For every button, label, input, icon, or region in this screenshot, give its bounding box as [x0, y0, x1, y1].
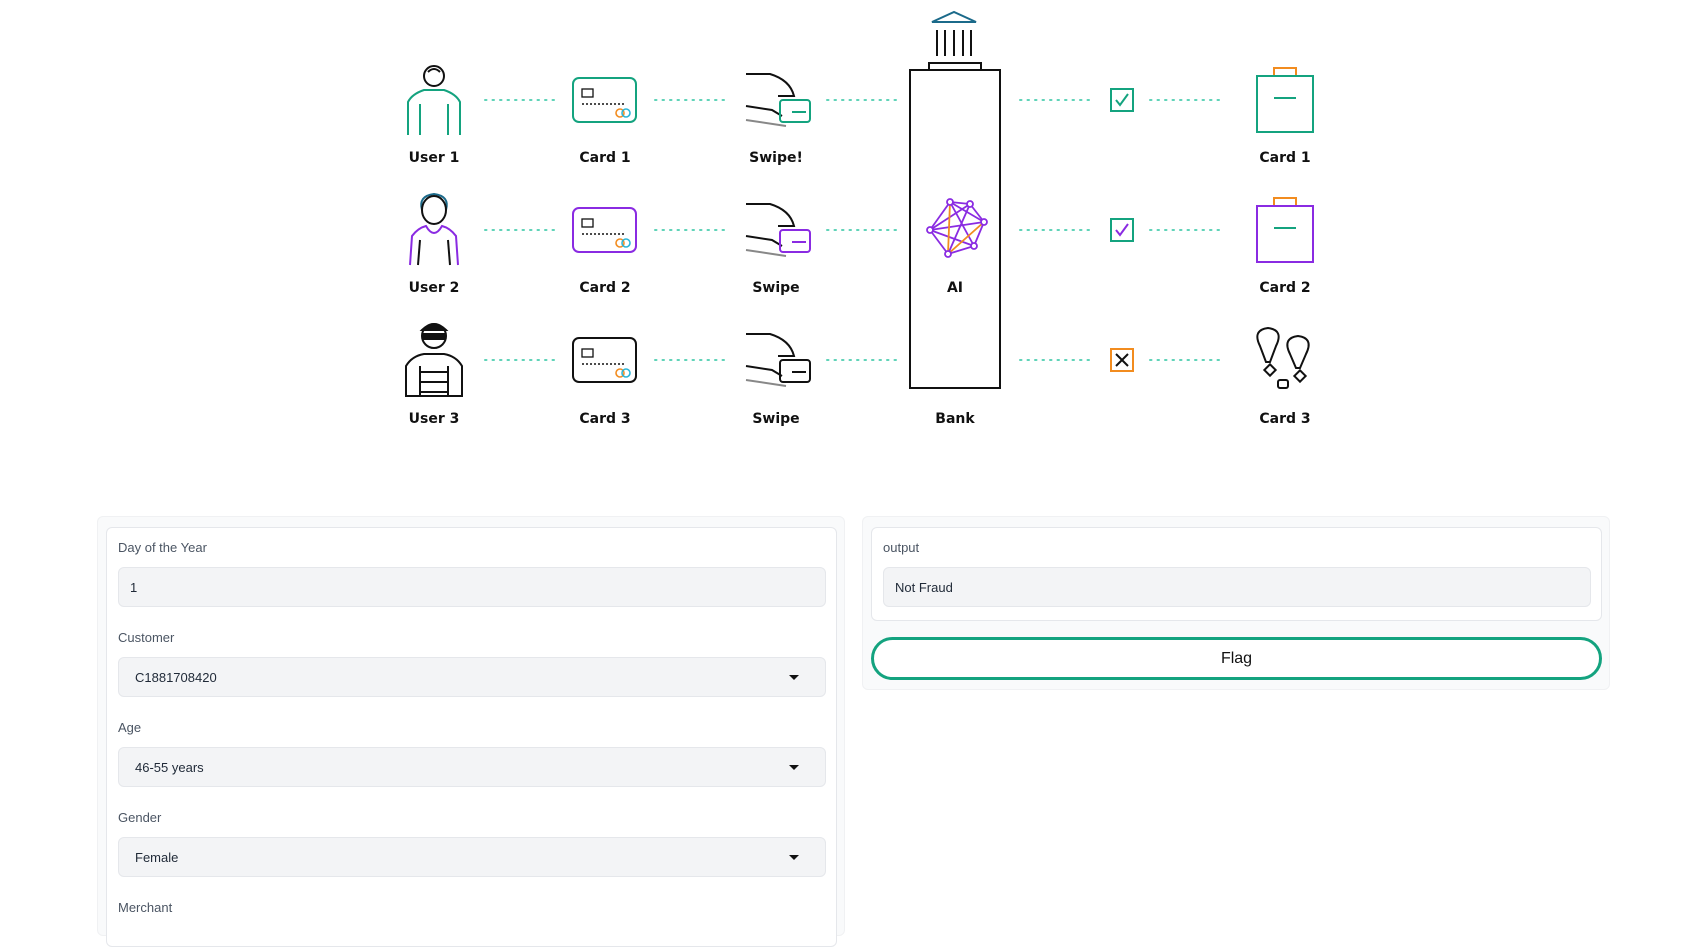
- row-1-card-label: Card 1: [579, 150, 630, 166]
- row-3-result-card-label: Card 3: [1259, 411, 1310, 427]
- day-of-year-input[interactable]: 1: [118, 567, 826, 607]
- row-2-user-label: User 2: [409, 280, 460, 296]
- output-label: output: [883, 540, 920, 555]
- customer-selected-value: C1881708420: [135, 669, 217, 685]
- customer-label: Customer: [118, 630, 175, 645]
- fraud-detection-diagram: User 1 Card 1 Swipe! Card 1 User 2 Card …: [405, 10, 1314, 427]
- swipe-3-icon: [745, 333, 811, 387]
- check-icon: [1110, 88, 1134, 112]
- user-1-icon: [407, 65, 461, 135]
- chevron-down-icon: [789, 855, 799, 860]
- shopping-bag-icon: [1256, 67, 1314, 133]
- chevron-down-icon: [789, 675, 799, 680]
- row-2-result-card-label: Card 2: [1259, 280, 1310, 296]
- card-3-icon: [572, 337, 637, 383]
- swipe-2-icon: [745, 203, 811, 257]
- input-panel: Day of the Year 1 Customer C1881708420 A…: [97, 516, 845, 947]
- chevron-down-icon: [789, 765, 799, 770]
- dotted-connectors: [484, 99, 1226, 361]
- ai-label: AI: [947, 280, 963, 296]
- row-1-user-label: User 1: [409, 150, 460, 166]
- row-1-swipe-label: Swipe!: [749, 150, 803, 166]
- age-dropdown[interactable]: 46-55 years: [118, 747, 826, 787]
- output-block: output Not Fraud: [871, 527, 1602, 621]
- reject-icon: [1110, 348, 1134, 372]
- row-1-result-card-label: Card 1: [1259, 150, 1310, 166]
- day-of-year-label: Day of the Year: [118, 540, 207, 555]
- merchant-label: Merchant: [118, 900, 173, 915]
- bank-building-icon: [909, 10, 1001, 389]
- check-icon: [1110, 218, 1134, 242]
- age-label: Age: [118, 720, 142, 735]
- user-2-icon: [409, 192, 459, 266]
- gender-dropdown[interactable]: Female: [118, 837, 826, 877]
- row-3-card-label: Card 3: [579, 411, 630, 427]
- gender-label: Gender: [118, 810, 162, 825]
- input-form: Day of the Year 1 Customer C1881708420 A…: [106, 527, 837, 947]
- row-2-swipe-label: Swipe: [752, 280, 799, 296]
- card-2-icon: [572, 207, 637, 253]
- thief-user-icon: [405, 323, 463, 397]
- handcuffs-icon: [1256, 326, 1310, 389]
- gender-selected-value: Female: [135, 849, 179, 865]
- ai-network-icon: [926, 198, 988, 258]
- row-2-card-label: Card 2: [579, 280, 630, 296]
- flag-button[interactable]: Flag: [871, 637, 1602, 680]
- card-1-icon: [572, 77, 637, 123]
- bank-label: Bank: [935, 411, 975, 427]
- age-selected-value: 46-55 years: [135, 759, 204, 775]
- customer-dropdown[interactable]: C1881708420: [118, 657, 826, 697]
- row-3-swipe-label: Swipe: [752, 411, 799, 427]
- row-3-user-label: User 3: [409, 411, 460, 427]
- output-textbox[interactable]: Not Fraud: [883, 567, 1591, 607]
- shopping-bag-icon: [1256, 197, 1314, 263]
- swipe-1-icon: [745, 73, 811, 127]
